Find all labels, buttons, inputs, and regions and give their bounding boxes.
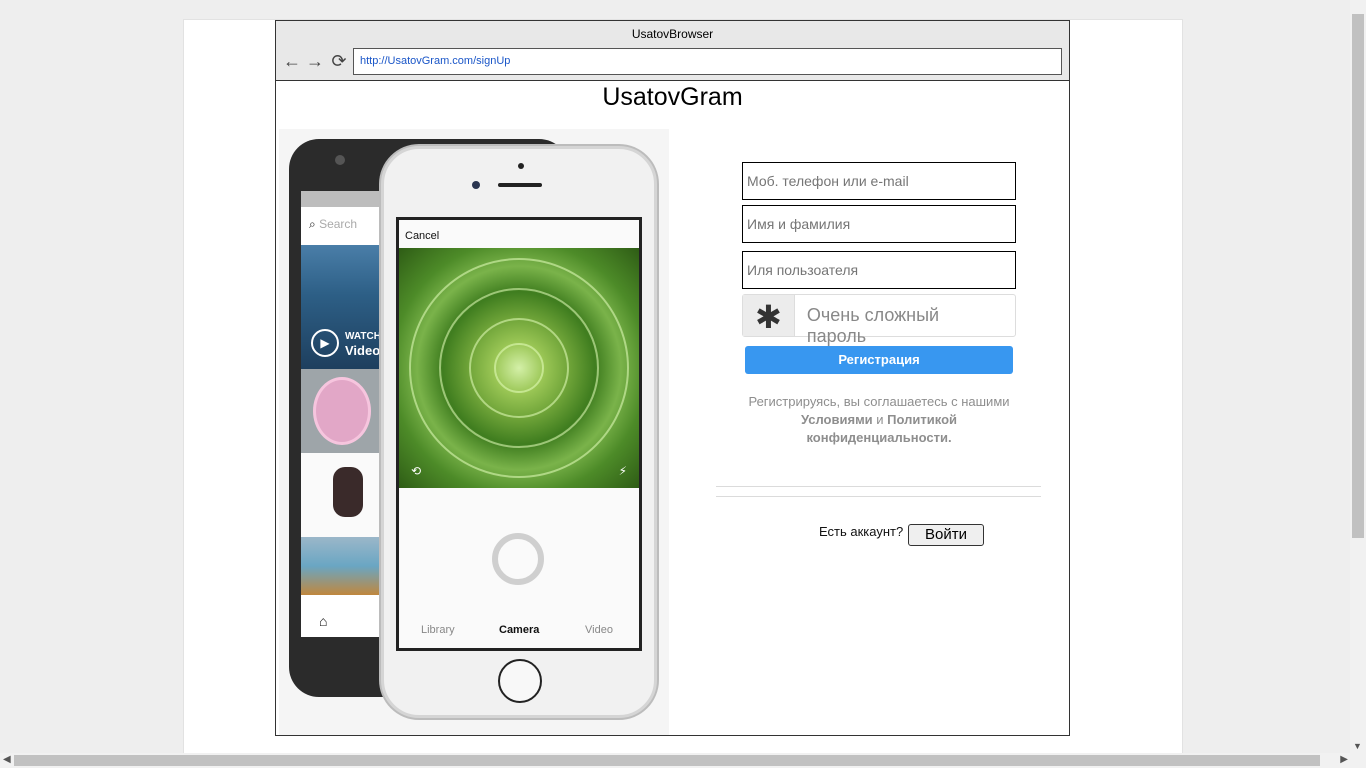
android-video-label: Video: [345, 343, 381, 358]
iphone: Cancel ⟲ ⚡ Library Camera Video: [381, 146, 657, 718]
iphone-cancel-label: Cancel: [405, 230, 440, 242]
register-button[interactable]: Регистрация: [745, 346, 1013, 374]
asterisk-icon: ✱: [743, 295, 795, 336]
forward-arrow-icon[interactable]: →: [305, 51, 325, 71]
login-button[interactable]: Войти: [908, 524, 984, 546]
home-icon: ⌂: [319, 613, 328, 629]
flash-icon: ⚡: [618, 464, 627, 478]
horizontal-scroll-thumb[interactable]: [14, 755, 1320, 766]
username-input[interactable]: [742, 251, 1016, 289]
iphone-screen: Cancel ⟲ ⚡ Library Camera Video: [396, 217, 642, 651]
have-account-text: Есть аккаунт?: [819, 524, 904, 539]
reload-icon[interactable]: ⟳: [329, 51, 349, 71]
browser-window: UsatovBrowser ← → ⟳ http://UsatovGram.co…: [275, 20, 1070, 736]
succulent-photo: ⟲ ⚡: [399, 248, 639, 488]
android-camera-icon: [335, 155, 345, 165]
address-bar[interactable]: http://UsatovGram.com/signUp: [353, 48, 1062, 75]
iphone-camera-icon: [472, 181, 480, 189]
terms-text: Регистрируясь, вы соглашаетесь с нашими …: [748, 394, 1010, 445]
horizontal-scrollbar[interactable]: ◀ ▶: [0, 753, 1366, 768]
vertical-scrollbar[interactable]: ▼: [1350, 0, 1366, 753]
browser-chrome: UsatovBrowser ← → ⟳ http://UsatovGram.co…: [276, 21, 1069, 81]
promo-phones-image: ⌕ Search ▶ WATCH Video ⌂ Cancel ⟲ ⚡ Libr…: [279, 129, 669, 735]
scroll-left-icon[interactable]: ◀: [3, 754, 11, 765]
play-icon: ▶: [311, 329, 339, 357]
browser-title: UsatovBrowser: [631, 27, 714, 41]
terms-link[interactable]: Условиями: [801, 412, 873, 427]
back-arrow-icon[interactable]: ←: [282, 51, 302, 71]
iphone-speaker: [498, 183, 542, 187]
password-placeholder: Очень сложный пароль: [806, 305, 940, 346]
android-watch-label: WATCH: [345, 331, 381, 342]
vertical-scroll-thumb[interactable]: [1352, 14, 1364, 538]
scroll-down-icon[interactable]: ▼: [1353, 741, 1362, 751]
password-field[interactable]: ✱ Очень сложный пароль: [742, 294, 1016, 346]
android-search-placeholder: Search: [319, 217, 358, 231]
shutter-icon: [492, 533, 544, 585]
mode-camera: Camera: [499, 624, 540, 636]
phone-email-input[interactable]: [742, 162, 1016, 200]
divider: [716, 486, 1041, 497]
iphone-home-button: [498, 659, 542, 703]
full-name-input[interactable]: [742, 205, 1016, 243]
scroll-right-icon[interactable]: ▶: [1340, 754, 1348, 765]
app-title: UsatovGram: [602, 83, 743, 111]
search-icon: ⌕: [309, 217, 316, 231]
mode-video: Video: [585, 624, 613, 636]
mode-library: Library: [421, 624, 455, 636]
rotate-camera-icon: ⟲: [411, 464, 422, 478]
